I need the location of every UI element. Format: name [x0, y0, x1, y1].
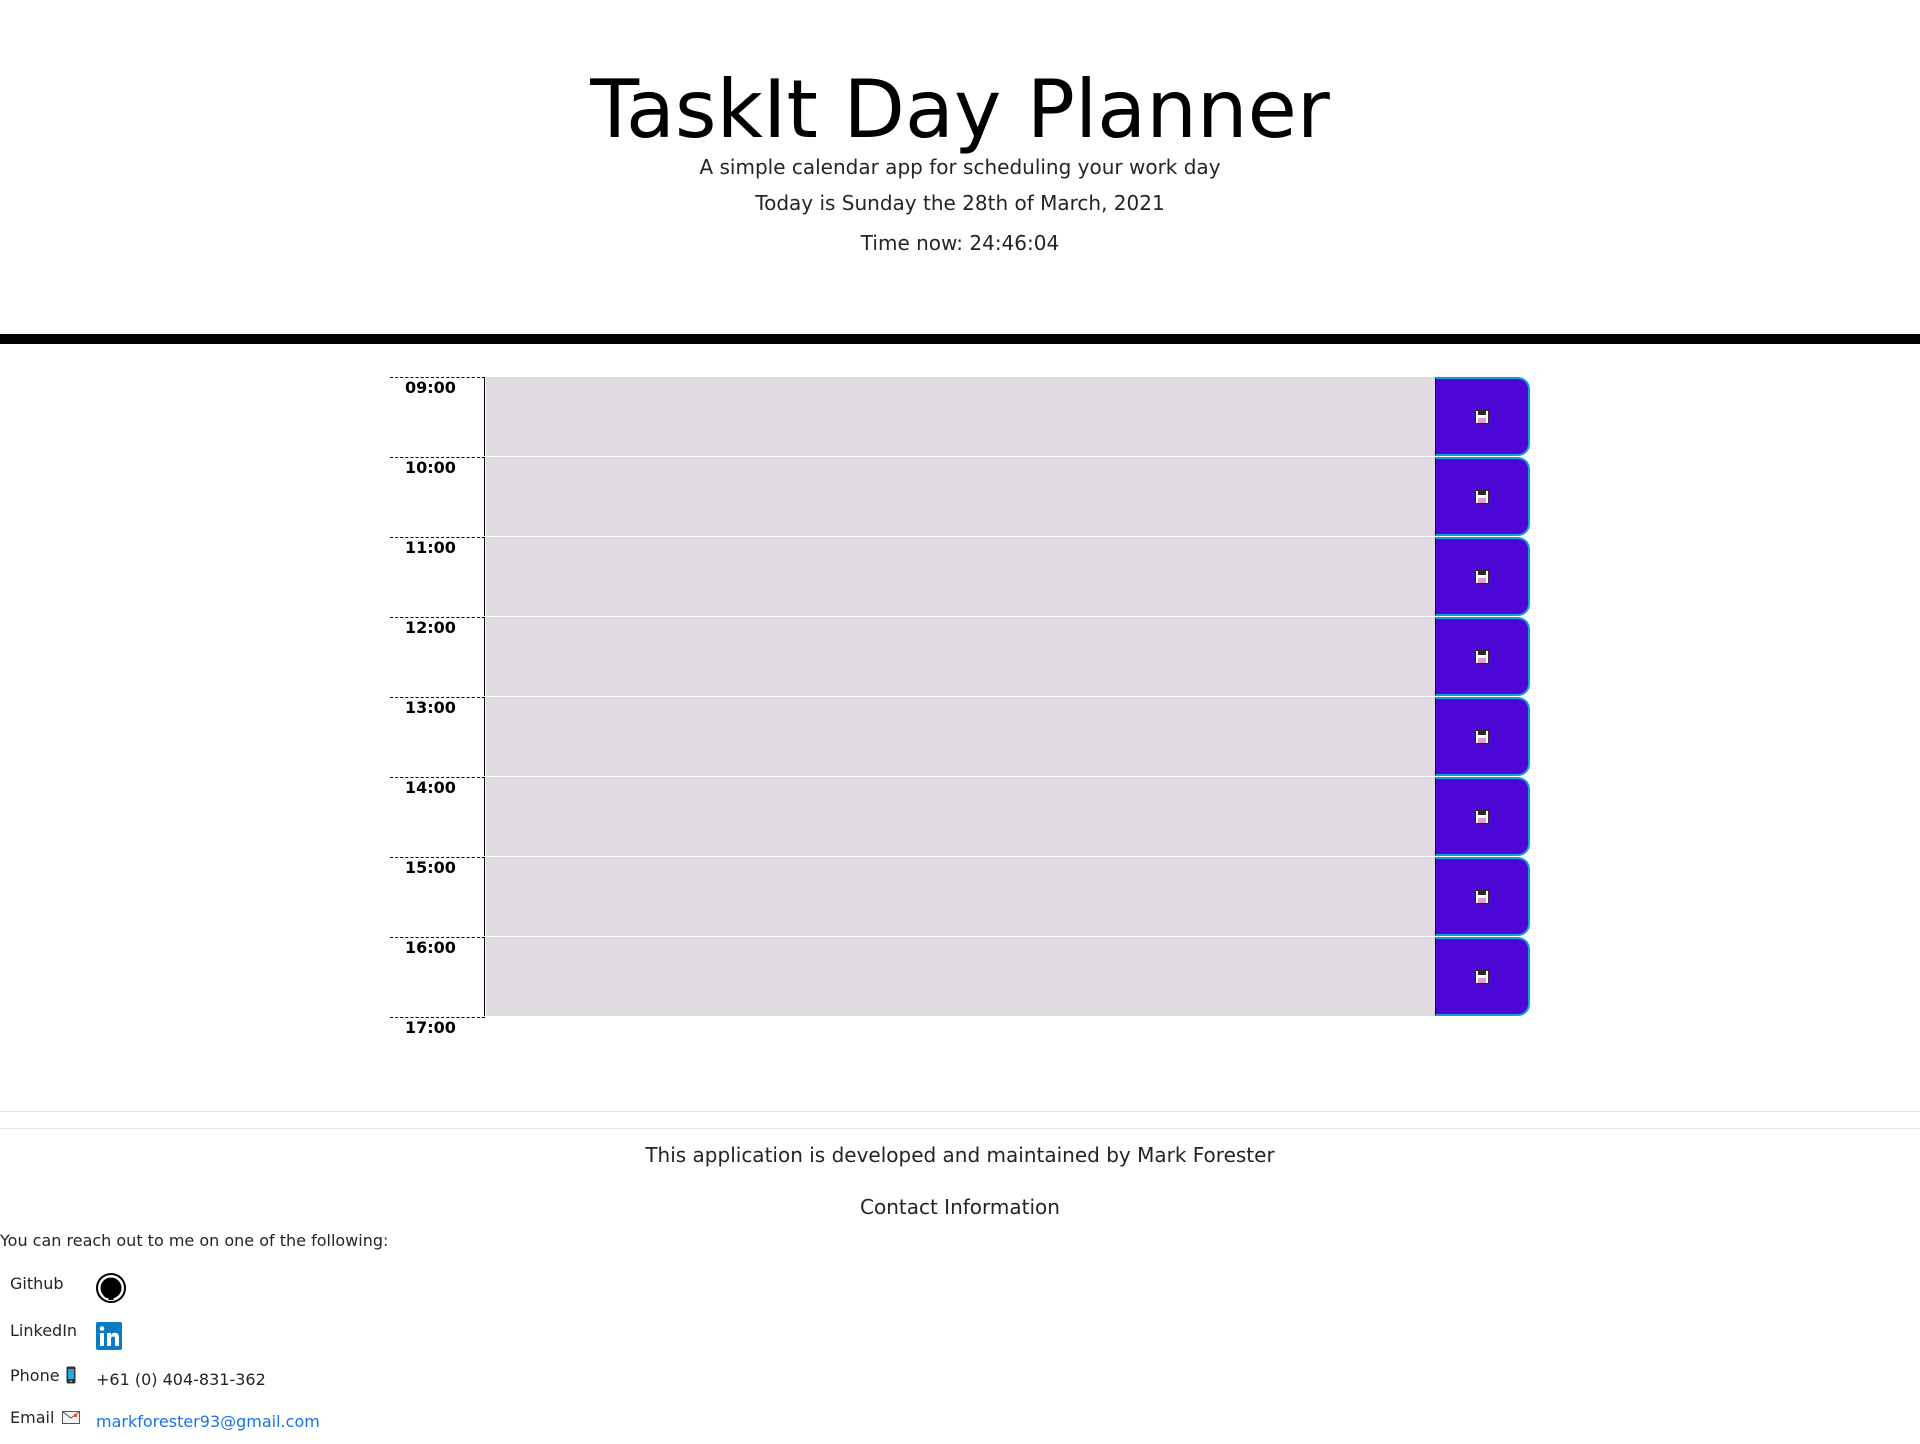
contact-label: Github — [10, 1274, 64, 1293]
task-input[interactable] — [486, 777, 1435, 856]
time-block-row: 15:00 — [390, 857, 1530, 937]
hour-cell: 11:00 — [390, 537, 485, 616]
email-link[interactable]: markforester93@gmail.com — [96, 1411, 320, 1433]
task-input[interactable] — [486, 857, 1435, 936]
linkedin-link[interactable] — [96, 1322, 122, 1356]
save-button[interactable] — [1435, 377, 1530, 456]
save-button[interactable] — [1435, 697, 1530, 776]
hour-cell: 16:00 — [390, 937, 485, 1016]
time-block-row: 12:00 — [390, 617, 1530, 697]
contact-heading: Contact Information — [860, 1195, 1060, 1219]
floppy-disk-icon — [1475, 490, 1489, 504]
hour-label: 11:00 — [405, 538, 456, 557]
contact-label: LinkedIn — [10, 1321, 78, 1340]
hour-label: 14:00 — [405, 778, 456, 797]
save-button[interactable] — [1435, 937, 1530, 1016]
page-title: TaskIt Day Planner — [590, 63, 1330, 156]
hour-label: 13:00 — [405, 698, 456, 717]
floppy-disk-icon — [1475, 890, 1489, 904]
developer-note: This application is developed and mainta… — [645, 1143, 1275, 1167]
time-block-row: 16:00 — [390, 937, 1530, 1017]
time-block-row: 09:00 — [390, 377, 1530, 457]
time-block-row: 14:00 — [390, 777, 1530, 857]
save-button[interactable] — [1435, 857, 1530, 936]
time-block-row: 10:00 — [390, 457, 1530, 537]
hour-label: 09:00 — [405, 378, 456, 397]
task-input[interactable] — [486, 537, 1435, 616]
hour-cell: 12:00 — [390, 617, 485, 696]
hour-cell: 13:00 — [390, 697, 485, 776]
floppy-disk-icon — [1475, 810, 1489, 824]
github-link[interactable] — [96, 1273, 126, 1309]
phone-number: +61 (0) 404-831-362 — [96, 1370, 266, 1389]
linkedin-icon — [96, 1322, 122, 1350]
task-input[interactable] — [486, 377, 1435, 456]
floppy-disk-icon — [1475, 570, 1489, 584]
hour-cell: 09:00 — [390, 377, 485, 456]
task-input[interactable] — [486, 457, 1435, 536]
time-block-row: 13:00 — [390, 697, 1530, 777]
hour-label: 15:00 — [405, 858, 456, 877]
contact-label: Phone — [10, 1365, 76, 1387]
phone-label: Phone — [10, 1366, 60, 1385]
save-button[interactable] — [1435, 457, 1530, 536]
email-label: Email — [10, 1408, 55, 1427]
mobile-phone-icon — [66, 1366, 76, 1384]
floppy-disk-icon — [1475, 410, 1489, 424]
save-button[interactable] — [1435, 537, 1530, 616]
current-time: Time now: 24:46:04 — [860, 231, 1060, 255]
floppy-disk-icon — [1475, 970, 1489, 984]
floppy-disk-icon — [1475, 730, 1489, 744]
floppy-disk-icon — [1475, 650, 1489, 664]
task-input[interactable] — [486, 937, 1435, 1016]
hour-label: 10:00 — [405, 458, 456, 477]
header-divider — [0, 334, 1920, 344]
hour-label: 16:00 — [405, 938, 456, 957]
hour-cell: 15:00 — [390, 857, 485, 936]
reach-out-text: You can reach out to me on one of the fo… — [0, 1231, 389, 1250]
footer-divider — [0, 1128, 1920, 1129]
github-icon — [96, 1273, 126, 1303]
footer-divider — [0, 1111, 1920, 1112]
time-block-row: 11:00 — [390, 537, 1530, 617]
planner-grid: 09:00 10:00 11:00 12:00 13:00 14:00 15:0… — [390, 377, 1530, 1037]
task-input[interactable] — [486, 617, 1435, 696]
task-input[interactable] — [486, 697, 1435, 776]
save-button[interactable] — [1435, 617, 1530, 696]
hour-cell: 14:00 — [390, 777, 485, 856]
current-date: Today is Sunday the 28th of March, 2021 — [755, 191, 1165, 215]
page-subtitle: A simple calendar app for scheduling you… — [699, 155, 1221, 179]
hour-label: 12:00 — [405, 618, 456, 637]
save-button[interactable] — [1435, 777, 1530, 856]
hour-cell: 10:00 — [390, 457, 485, 536]
contact-label: Email — [10, 1407, 81, 1429]
end-hour-label: 17:00 — [405, 1018, 456, 1037]
end-hour-cell: 17:00 — [390, 1017, 485, 1037]
envelope-icon — [62, 1411, 81, 1424]
